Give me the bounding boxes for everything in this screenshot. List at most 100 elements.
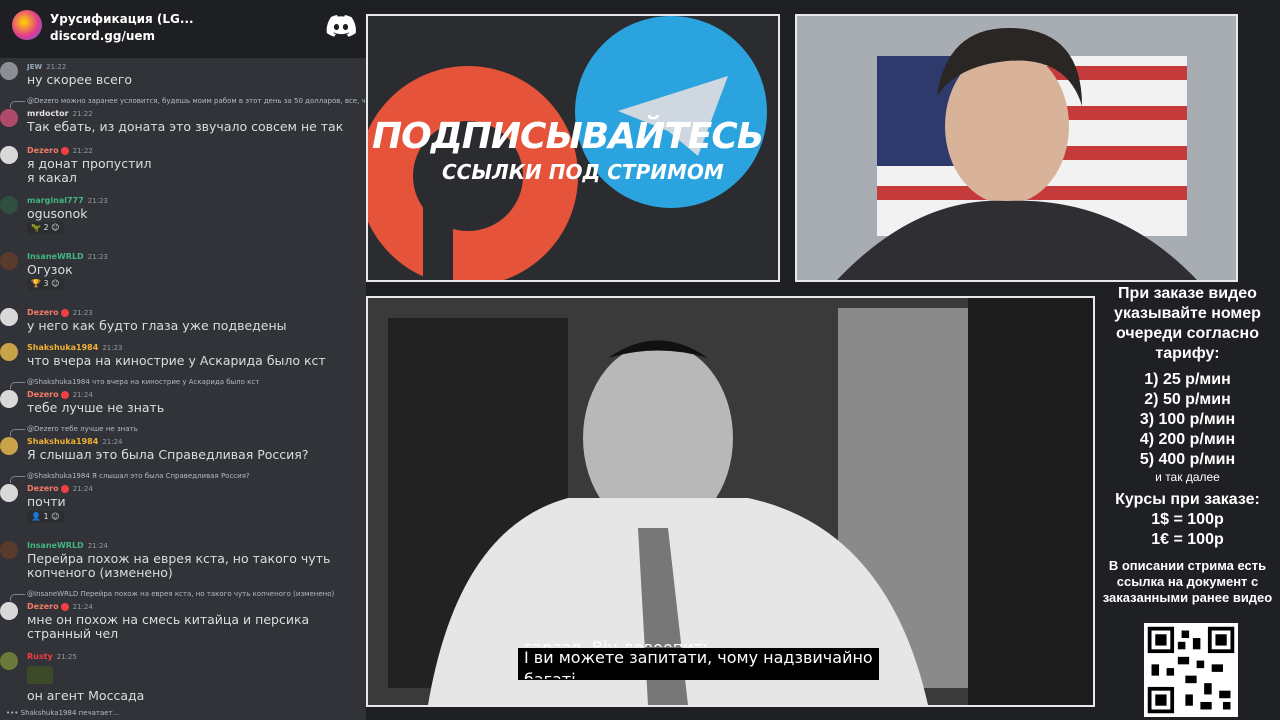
info-sidebar: При заказе видео указывайте номер очеред…: [1095, 282, 1280, 606]
boost-badge-icon: [60, 484, 69, 493]
description-note: В описании стрима есть ссылка на докумен…: [1102, 558, 1273, 605]
message-text: у него как будто глаза уже подведены: [27, 318, 287, 333]
message-author: mrdoctor 21:22: [27, 109, 93, 118]
message-author: Dezero 21:24: [27, 484, 93, 493]
sticker-image: [27, 666, 53, 684]
avatar: [0, 308, 18, 326]
message-time: 21:24: [72, 603, 93, 611]
server-invite-link[interactable]: discord.gg/uem: [50, 29, 155, 43]
message-time: 21:24: [72, 485, 93, 493]
rates-header: Курсы при заказе:: [1115, 491, 1260, 508]
qr-code-icon[interactable]: [1144, 623, 1238, 717]
message-time: 21:22: [46, 63, 67, 71]
video-panel: гаразд. Він довоопить. І ви можете запит…: [366, 296, 1095, 707]
reply-connector: [10, 429, 25, 436]
avatar: [0, 62, 18, 80]
typing-indicator: ••• Shakshuka1984 печатает...: [6, 709, 120, 717]
server-name: Урусификация (LG...: [50, 12, 194, 26]
message-time: 21:23: [87, 197, 108, 205]
message-text: копченого (изменено): [27, 565, 173, 580]
message-author: Dezero 21:23: [27, 308, 93, 317]
boost-badge-icon: [60, 308, 69, 317]
message-author: Shakshuka1984 21:23: [27, 343, 123, 352]
promo-title: ПОДПИСЫВАЙТЕСЬ: [372, 116, 764, 157]
message-time: 21:22: [72, 110, 93, 118]
message-text: Так ебать, из доната это звучало совсем …: [27, 119, 344, 134]
server-icon[interactable]: [12, 10, 42, 40]
promo-subtitle: ССЫЛКИ ПОД СТРИМОМ: [442, 160, 724, 184]
message-text: ogusonok: [27, 206, 88, 221]
message-text: я какал: [27, 170, 77, 185]
message-author: Dezero 21:24: [27, 390, 93, 399]
message-text: тебе лучше не знать: [27, 400, 165, 415]
reply-preview[interactable]: @Dezero тебе лучше не знать: [27, 425, 138, 433]
message-time: 21:25: [56, 653, 77, 661]
message-author: Shakshuka1984 21:24: [27, 437, 123, 446]
message-author: Dezero 21:22: [27, 146, 93, 155]
promo-panel: ПОДПИСЫВАЙТЕСЬ ССЫЛКИ ПОД СТРИМОМ: [366, 14, 780, 282]
avatar: [0, 146, 18, 164]
message-text: мне он похож на смесь китайца и персика: [27, 612, 310, 627]
video-subtitles: гаразд. Він довоопить. І ви можете запит…: [518, 638, 879, 680]
message-author: Dezero 21:24: [27, 602, 93, 611]
message-time: 21:23: [102, 344, 123, 352]
reaction-pill[interactable]: 🏆 3 ☺: [27, 278, 64, 290]
message-time: 21:24: [72, 391, 93, 399]
message-author: Rusty 21:25: [27, 652, 77, 661]
reply-preview[interactable]: @InsaneWRLD Перейра похож на еврея кста,…: [27, 590, 334, 598]
message-time: 21:24: [102, 438, 123, 446]
reply-preview[interactable]: @Shakshuka1984 что вчера на кинострие у …: [27, 378, 259, 386]
avatar: [0, 541, 18, 559]
message-text: что вчера на кинострие у Аскарида было к…: [27, 353, 326, 368]
reaction-pill[interactable]: 🦖 2 ☺: [27, 222, 64, 234]
webcam-feed: [797, 16, 1236, 280]
boost-badge-icon: [60, 146, 69, 155]
message-text: Я слышал это была Справедливая Россия?: [27, 447, 309, 462]
discord-logo-icon: [326, 15, 356, 37]
tariff-item: 2) 50 р/мин: [1144, 391, 1231, 408]
reply-preview[interactable]: @Dezero можно заранее условится, будешь …: [27, 97, 366, 105]
message-text: ну скорее всего: [27, 72, 133, 87]
rate-item: 1$ = 100р: [1151, 511, 1224, 528]
order-instructions: При заказе видео указывайте номер очеред…: [1114, 285, 1261, 362]
reply-connector: [10, 594, 25, 601]
reply-connector: [10, 101, 25, 108]
message-text: странный чел: [27, 626, 119, 641]
avatar: [0, 343, 18, 361]
message-text: Перейра похож на еврея кста, но такого ч…: [27, 551, 331, 566]
avatar: [0, 109, 18, 127]
message-author: JEW 21:22: [27, 62, 66, 71]
discord-chat-panel: Урусификация (LG... discord.gg/uem JEW 21…: [0, 0, 366, 720]
subtitle-line: багаті: [524, 669, 873, 679]
reply-connector: [10, 382, 25, 389]
subtitle-line: гаразд. Він довоопить.: [524, 637, 873, 647]
boost-badge-icon: [60, 602, 69, 611]
tariff-item: 3) 100 р/мин: [1139, 411, 1236, 428]
message-author: InsaneWRLD 21:24: [27, 541, 108, 550]
avatar: [0, 484, 18, 502]
tariff-more: и так далее: [1155, 470, 1220, 484]
subtitle-line: І ви можете запитати, чому надзвичайно: [524, 648, 873, 667]
avatar: [0, 652, 18, 670]
webcam-panel: [795, 14, 1238, 282]
message-time: 21:24: [87, 542, 108, 550]
message-time: 21:22: [72, 147, 93, 155]
message-text: он агент Моссада: [27, 688, 145, 703]
message-author: InsaneWRLD 21:23: [27, 252, 108, 261]
avatar: [0, 390, 18, 408]
avatar: [0, 196, 18, 214]
avatar: [0, 252, 18, 270]
message-text: я донат пропустил: [27, 156, 152, 171]
chat-header: Урусификация (LG... discord.gg/uem: [0, 0, 366, 58]
message-text: Огузок: [27, 262, 73, 277]
message-author: marginal777 21:23: [27, 196, 108, 205]
tariff-item: 5) 400 р/мин: [1139, 451, 1236, 468]
reply-preview[interactable]: @Shakshuka1984 Я слышал это была Справед…: [27, 472, 250, 480]
avatar: [0, 602, 18, 620]
reaction-pill[interactable]: 👤 1 ☺: [27, 511, 64, 523]
role-tag: JEW: [27, 63, 43, 71]
tariff-list: 1) 25 р/мин 2) 50 р/мин 3) 100 р/мин 4) …: [1095, 370, 1280, 484]
avatar: [0, 437, 18, 455]
message-time: 21:23: [87, 253, 108, 261]
boost-badge-icon: [60, 390, 69, 399]
